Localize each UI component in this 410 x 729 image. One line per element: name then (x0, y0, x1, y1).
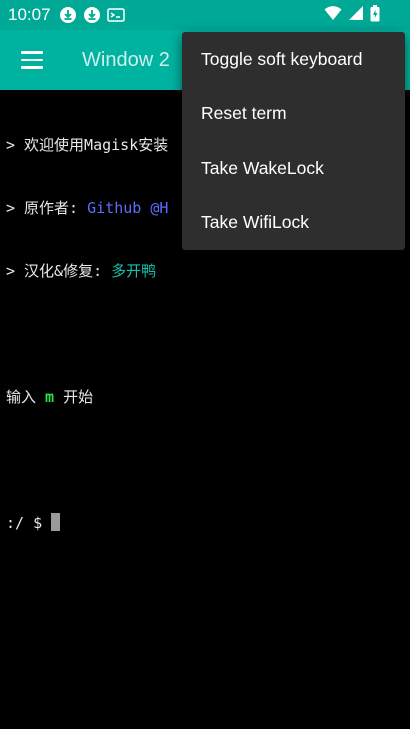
download-icon (83, 6, 101, 24)
menu-item-reset-term[interactable]: Reset term (182, 87, 405, 142)
translator-name: 多开鸭 (111, 262, 157, 280)
terminal-cursor (51, 513, 61, 531)
author-link: Github @H (87, 199, 169, 217)
signal-icon (348, 5, 364, 25)
terminal-line: > 汉化&修复: 多开鸭 (6, 262, 157, 280)
terminal-prompt[interactable]: :/ $ (6, 513, 404, 534)
menu-item-take-wakelock[interactable]: Take WakeLock (182, 141, 405, 196)
menu-item-toggle-soft-keyboard[interactable]: Toggle soft keyboard (182, 32, 405, 87)
command-key: m (45, 388, 55, 406)
window-title: Window 2 (82, 48, 170, 71)
menu-item-take-wifilock[interactable]: Take WifiLock (182, 196, 405, 251)
terminal-line: 输入 m 开始 (6, 388, 94, 406)
overflow-menu: Toggle soft keyboard Reset term Take Wak… (182, 32, 405, 250)
status-time: 10:07 (8, 5, 51, 24)
battery-icon (370, 4, 380, 26)
status-right-icons (324, 0, 380, 30)
download-icon (59, 6, 77, 24)
wifi-icon (324, 5, 342, 25)
status-bar: 10:07 (0, 0, 410, 30)
terminal-notification-icon (106, 7, 125, 23)
hamburger-icon[interactable] (0, 30, 64, 90)
